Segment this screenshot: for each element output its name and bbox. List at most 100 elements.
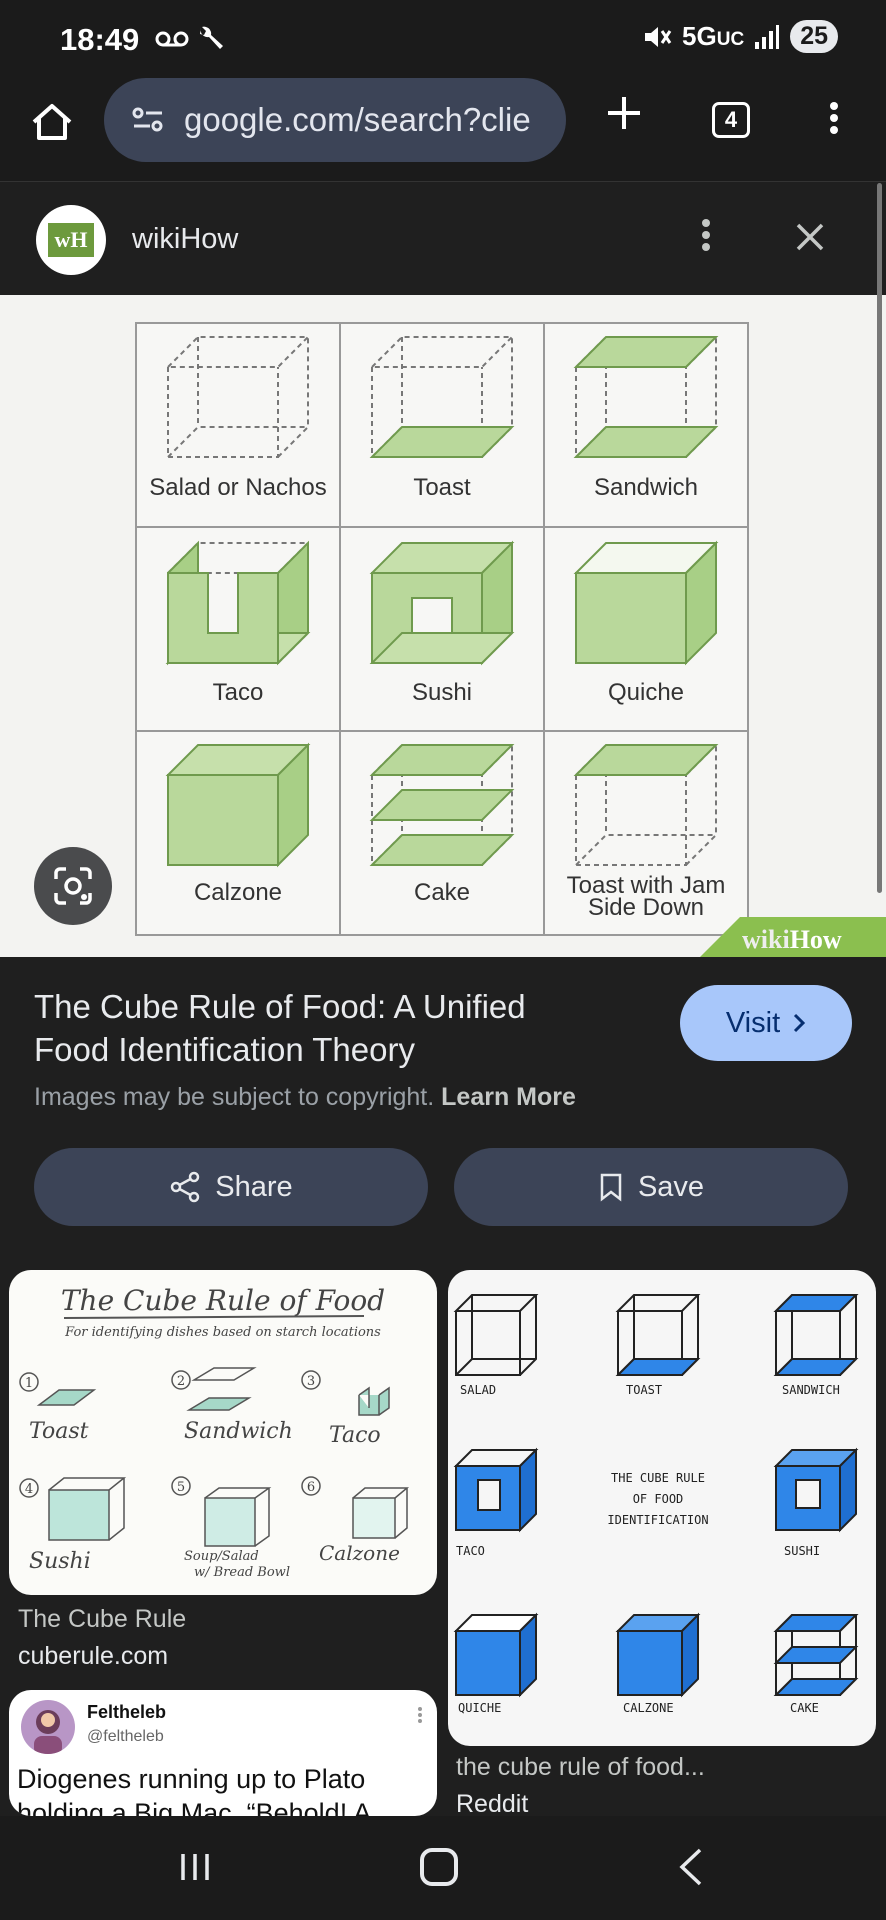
system-nav-bar [0,1816,886,1920]
reddit-cube-quiche [453,1612,539,1698]
thumb-num-3: 3 [307,1374,315,1389]
related-title-1[interactable]: The Cube Rule [18,1605,186,1634]
thumb-item-taco: Taco [329,1423,381,1448]
reddit-cube-cake [773,1614,859,1696]
save-button[interactable]: Save [454,1148,848,1226]
cube-quiche [573,540,719,666]
voicemail-icon [155,31,189,47]
thumb-item-toast: Toast [29,1419,89,1444]
plus-icon [608,97,640,129]
reddit-center-2: OF FOOD [633,1492,684,1506]
thumb-title: The Cube Rule of Food [61,1284,385,1317]
more-menu-icon[interactable] [822,98,846,146]
related-result-reddit[interactable]: SALAD TOAST SANDWICH TACO SUSHI QUICHE C… [448,1270,876,1746]
thumb-num-4: 4 [25,1482,33,1497]
label-taco: Taco [213,679,264,706]
thumb-item-sushi: Sushi [29,1549,91,1574]
save-label: Save [637,1170,705,1203]
share-button[interactable]: Share [34,1148,428,1226]
reddit-label-quiche: QUICHE [458,1701,501,1715]
reddit-cube-taco [453,1447,539,1533]
label-toast-jam-2: Side Down [588,894,704,921]
status-bar: 18:49 5GUC 25 [0,0,886,78]
mute-icon [645,26,672,47]
thumb-item-soup: Soup/Salad [184,1549,259,1564]
address-bar[interactable]: google.com/search?clie [104,78,566,162]
label-sushi: Sushi [412,679,472,706]
scrollbar[interactable] [877,183,882,893]
site-name[interactable]: wikiHow [132,223,238,256]
label-calzone: Calzone [194,879,282,906]
thumb-num-6: 6 [307,1480,315,1495]
main-image[interactable]: Salad or Nachos Toast Sandwich Taco Sush… [0,295,886,957]
bookmark-icon [600,1173,622,1202]
battery-level: 25 [790,20,838,53]
label-quiche: Quiche [608,679,684,706]
related-title-2[interactable]: the cube rule of food... [456,1753,705,1782]
back-icon[interactable] [676,1846,706,1888]
cube-cake [369,744,515,866]
lens-icon [54,867,92,905]
chevron-right-icon [794,1013,806,1033]
tweet-author-handle: @feltheleb [87,1728,164,1745]
recent-apps-icon[interactable] [178,1850,212,1884]
reddit-label-salad: SALAD [460,1383,496,1397]
reddit-cube-calzone [615,1612,701,1698]
site-settings-icon[interactable] [132,106,164,134]
reddit-cube-salad [455,1294,537,1376]
tab-switcher-button[interactable]: 4 [712,102,750,138]
label-salad: Salad or Nachos [149,474,326,501]
thumb-num-5: 5 [177,1480,185,1495]
label-toast: Toast [413,474,471,501]
reddit-label-taco: TACO [456,1544,485,1558]
thumb-item-breadbowl: w/ Bread Bowl [194,1565,290,1580]
learn-more-link[interactable]: Learn More [441,1083,576,1111]
home-icon[interactable] [28,98,76,146]
google-lens-button[interactable] [34,847,112,925]
site-favicon[interactable]: wH [36,205,106,275]
reddit-label-cake: CAKE [790,1701,819,1715]
tweet-more-icon [418,1707,422,1723]
thumb-item-calzone: Calzone [319,1541,400,1565]
url-text[interactable]: google.com/search?clie [184,101,564,139]
visit-label: Visit [725,1006,781,1039]
reddit-label-sushi: SUSHI [784,1544,820,1558]
new-tab-button[interactable] [600,92,648,140]
related-source-1[interactable]: cuberule.com [18,1642,168,1671]
watermark: wikiHow [742,925,842,954]
viewer-more-icon[interactable] [694,215,718,263]
reddit-thumbnail: SALAD TOAST SANDWICH TACO SUSHI QUICHE C… [453,1294,859,1715]
share-label: Share [215,1170,293,1203]
status-left-icons [155,24,225,54]
share-icon [171,1171,200,1203]
wrench-icon [200,26,223,49]
signal-icon [755,24,780,49]
browser-toolbar: google.com/search?clie 4 [0,78,886,182]
reddit-center-3: IDENTIFICATION [607,1513,708,1527]
close-icon[interactable] [790,217,830,257]
visit-button[interactable]: Visit [680,985,852,1061]
cube-calzone [165,742,311,868]
image-viewer-header: wH wikiHow [0,183,886,295]
thumb-num-1: 1 [25,1376,33,1391]
network-type: 5GUC [682,21,745,51]
reddit-center-1: THE CUBE RULE [611,1471,705,1485]
reddit-label-sandwich: SANDWICH [782,1383,840,1397]
related-result-tweet[interactable]: Feltheleb @feltheleb Diogenes running up… [9,1690,437,1816]
cuberule-thumbnail: The Cube Rule of Food For identifying di… [19,1284,410,1580]
label-sandwich: Sandwich [594,474,698,501]
reddit-cube-toast [615,1294,701,1376]
wikihow-logo: wH [48,223,94,257]
status-time: 18:49 [60,22,140,57]
avatar [21,1700,75,1754]
avatar-illustration [34,1710,62,1754]
tweet-author-name: Feltheleb [87,1702,167,1722]
reddit-cube-sandwich [773,1294,859,1376]
home-nav-icon[interactable] [420,1848,458,1886]
cube-rule-chart: Salad or Nachos Toast Sandwich Taco Sush… [135,322,886,957]
related-source-2[interactable]: Reddit [456,1790,528,1819]
related-result-cuberule[interactable]: The Cube Rule of Food For identifying di… [9,1270,437,1595]
result-title[interactable]: The Cube Rule of Food: A Unified Food Id… [34,985,594,1071]
thumb-item-sandwich: Sandwich [184,1419,293,1444]
reddit-label-toast: TOAST [626,1383,662,1397]
